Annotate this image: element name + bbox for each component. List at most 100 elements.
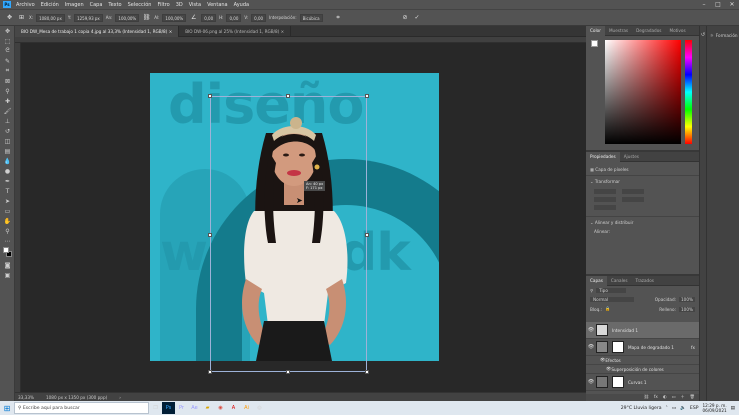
close-tab-icon[interactable]: × xyxy=(169,29,173,34)
crop-tool-icon[interactable]: ⌗ xyxy=(0,66,15,76)
healing-tool-icon[interactable]: ✚ xyxy=(0,96,15,106)
interpolation-select[interactable]: Bicúbica xyxy=(299,13,323,22)
frame-tool-icon[interactable]: ⊠ xyxy=(0,76,15,86)
eyedropper-tool-icon[interactable]: ⚲ xyxy=(0,86,15,96)
menu-capa[interactable]: Capa xyxy=(90,2,103,8)
volume-icon[interactable]: 🔈 xyxy=(680,406,686,411)
tab-degradados[interactable]: Degradados xyxy=(632,26,665,36)
menu-edicion[interactable]: Edición xyxy=(41,2,59,8)
hand-tool-icon[interactable]: ✋ xyxy=(0,216,15,226)
blur-tool-icon[interactable]: 💧 xyxy=(0,156,15,166)
layer-filter-select[interactable]: Tipo xyxy=(596,288,627,293)
transform-handle-ml[interactable] xyxy=(208,233,212,237)
prop-angle-field[interactable] xyxy=(594,205,616,210)
tab-propiedades[interactable]: Propiedades xyxy=(586,151,620,162)
brush-tool-icon[interactable]: 🖌 xyxy=(0,106,15,116)
tab-ajustes[interactable]: Ajustes xyxy=(620,152,643,162)
shape-tool-icon[interactable]: ▭ xyxy=(0,206,15,216)
width-field[interactable]: 100,00% xyxy=(115,13,140,22)
clock[interactable]: 12:29 p. m. 06/09/2021 xyxy=(703,403,727,413)
v-skew-field[interactable]: 0,00 xyxy=(251,13,267,22)
after-effects-taskbar-icon[interactable]: Ae xyxy=(188,402,201,414)
link-layers-icon[interactable]: ⛓ xyxy=(644,394,649,401)
menu-texto[interactable]: Texto xyxy=(108,2,121,8)
h-skew-field[interactable]: 0,00 xyxy=(226,13,242,22)
quick-select-tool-icon[interactable]: ✎ xyxy=(0,56,15,66)
transform-handle-br[interactable] xyxy=(365,370,369,374)
type-tool-icon[interactable]: T xyxy=(0,186,15,196)
minimize-icon[interactable]: – xyxy=(697,1,711,8)
taskbar-search[interactable]: ⚲ Escribe aquí para buscar xyxy=(14,402,149,414)
eraser-tool-icon[interactable]: ◫ xyxy=(0,136,15,146)
warp-icon[interactable]: ⌗ xyxy=(334,14,343,22)
y-field[interactable]: 1259,93 px xyxy=(74,13,103,22)
blend-mode-select[interactable]: Normal xyxy=(590,297,634,302)
prop-y-field[interactable] xyxy=(622,197,644,202)
windows-start-icon[interactable]: ⊞ xyxy=(0,404,14,413)
camera-app-icon[interactable]: ◎ xyxy=(253,402,266,414)
file-explorer-icon[interactable]: ▰ xyxy=(201,402,214,414)
fx-icon[interactable]: fx xyxy=(691,345,695,350)
height-field[interactable]: 100,00% xyxy=(162,13,187,22)
history-icon[interactable]: ↺ xyxy=(700,32,706,38)
tab-document-2[interactable]: BIO DW-06.png al 25% (Intensidad 1, RGB/… xyxy=(179,26,292,37)
path-select-tool-icon[interactable]: ➤ xyxy=(0,196,15,206)
stamp-tool-icon[interactable]: ⊥ xyxy=(0,116,15,126)
more-tools-icon[interactable]: ⋯ xyxy=(0,236,15,246)
prop-w-field[interactable] xyxy=(594,189,616,194)
menu-seleccion[interactable]: Selección xyxy=(128,2,152,8)
effects-row[interactable]: 👁 Efectos xyxy=(586,356,699,365)
acrobat-taskbar-icon[interactable]: A xyxy=(227,402,240,414)
visibility-eye-icon[interactable]: 👁 xyxy=(586,327,596,333)
layer-row[interactable]: 👁 Curvas 1 xyxy=(586,374,699,391)
layer-row[interactable]: 👁 Intensidad 1 xyxy=(586,322,699,339)
gradient-tool-icon[interactable]: ▤ xyxy=(0,146,15,156)
move-tool-icon[interactable]: ✥ xyxy=(5,14,14,21)
tab-capas[interactable]: Capas xyxy=(586,275,607,286)
chevron-up-icon[interactable]: ˄ xyxy=(666,406,668,411)
prop-h-field[interactable] xyxy=(622,189,644,194)
notifications-icon[interactable]: ▤ xyxy=(731,406,735,411)
transform-handle-tr[interactable] xyxy=(365,94,369,98)
transform-handle-bl[interactable] xyxy=(208,370,212,374)
move-tool-icon[interactable]: ✥ xyxy=(0,26,15,36)
marquee-tool-icon[interactable]: ⬚ xyxy=(0,36,15,46)
cancel-transform-icon[interactable]: ⊘ xyxy=(401,14,410,21)
visibility-eye-icon[interactable]: 👁 xyxy=(586,379,596,385)
tab-color[interactable]: Color xyxy=(586,25,605,36)
menu-archivo[interactable]: Archivo xyxy=(16,2,35,8)
reference-point-icon[interactable]: ⊞ xyxy=(17,14,26,21)
transform-handle-mr[interactable] xyxy=(365,233,369,237)
tab-trazados[interactable]: Trazados xyxy=(632,276,658,286)
tab-canales[interactable]: Canales xyxy=(607,276,632,286)
foreground-color-swatch[interactable] xyxy=(3,247,9,253)
transform-handle-tc[interactable] xyxy=(286,94,290,98)
trash-icon[interactable]: 🗑 xyxy=(690,394,695,401)
x-field[interactable]: 1080,00 px xyxy=(36,13,65,22)
tab-motivos[interactable]: Motivos xyxy=(665,26,689,36)
quick-mask-icon[interactable]: ◙ xyxy=(0,260,15,270)
new-group-icon[interactable]: ▭ xyxy=(672,394,676,401)
tab-document-1[interactable]: BIO DW_Mesa de trabajo 1 copia 4.jpg al … xyxy=(15,26,180,37)
transform-handle-tl[interactable] xyxy=(208,94,212,98)
transform-handle-bc[interactable] xyxy=(286,370,290,374)
link-icon[interactable]: ⛓ xyxy=(142,14,151,21)
network-icon[interactable]: ▭ xyxy=(672,406,676,411)
opacity-field[interactable]: 100% xyxy=(679,297,695,302)
layer-row[interactable]: 👁 Mapa de degradado 1 fx xyxy=(586,339,699,356)
lasso-tool-icon[interactable]: ᘓ xyxy=(0,46,15,56)
learn-panel-tab[interactable]: ☼ Formación xyxy=(707,26,739,45)
visibility-eye-icon[interactable]: 👁 xyxy=(586,344,596,350)
commit-transform-icon[interactable]: ✓ xyxy=(413,14,422,21)
dodge-tool-icon[interactable]: ● xyxy=(0,166,15,176)
menu-imagen[interactable]: Imagen xyxy=(65,2,84,8)
color-swatches[interactable] xyxy=(0,246,14,260)
menu-ventana[interactable]: Ventana xyxy=(207,2,228,8)
lock-icon[interactable]: 🔒 xyxy=(605,306,610,312)
menu-filtro[interactable]: Filtro xyxy=(157,2,169,8)
premiere-taskbar-icon[interactable]: Pr xyxy=(175,402,188,414)
canvas-area[interactable]: diseño w dk An: 40 px F: 171 px ➤ xyxy=(21,43,586,392)
new-layer-icon[interactable]: ＋ xyxy=(680,394,684,401)
fx-menu-icon[interactable]: fx xyxy=(654,394,658,401)
add-mask-icon[interactable]: ◐ xyxy=(663,394,667,401)
